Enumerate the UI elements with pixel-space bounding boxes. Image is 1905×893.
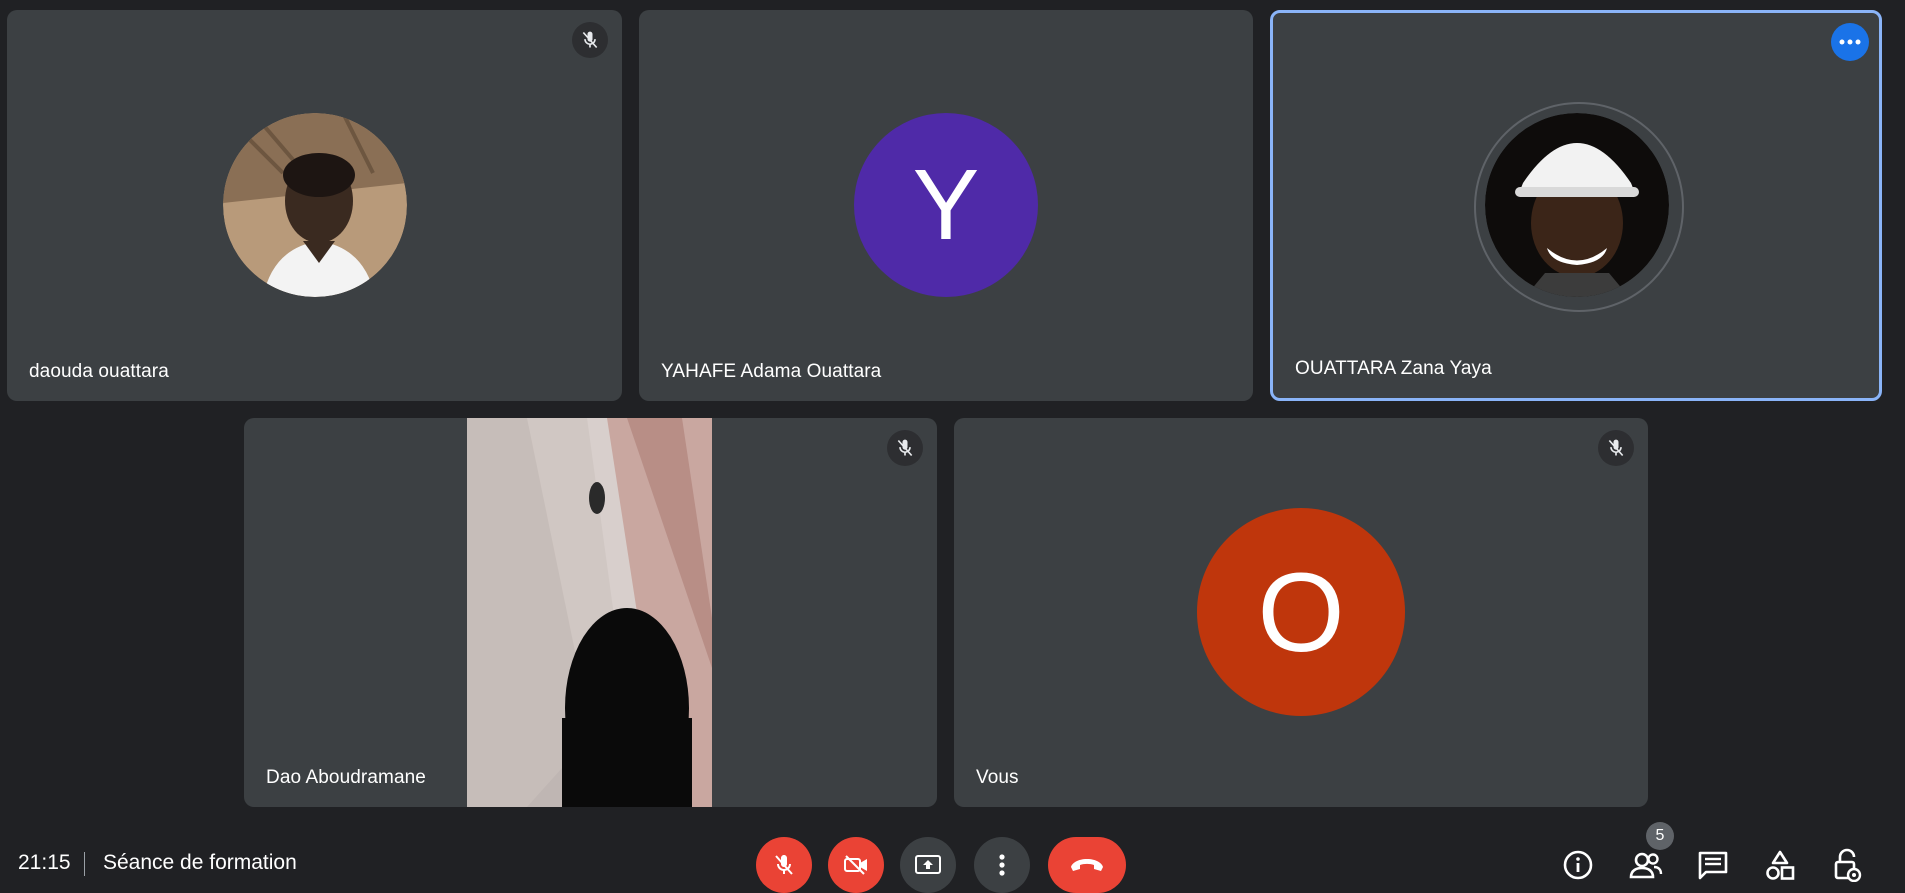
mic-muted-icon [887,430,923,466]
participant-tile-dao[interactable]: Dao Aboudramane [244,418,937,807]
participant-name: Vous [976,767,1019,788]
divider [84,852,85,876]
participant-tile-ouattara-zana[interactable]: OUATTARA Zana Yaya [1270,10,1882,401]
participant-video [467,418,712,807]
more-options-button[interactable] [974,837,1030,893]
activities-icon [1766,850,1795,880]
more-options-icon[interactable] [1831,23,1869,61]
participant-tile-yahafe[interactable]: Y YAHAFE Adama Ouattara [639,10,1253,401]
present-screen-icon [915,855,941,874]
participant-name: Dao Aboudramane [266,767,426,788]
more-vert-icon [999,854,1005,876]
activities-button[interactable] [1760,845,1800,885]
chat-button[interactable] [1693,845,1733,885]
camera-toggle-button[interactable] [828,837,884,893]
end-call-button[interactable] [1048,837,1126,893]
host-controls-button[interactable] [1827,845,1867,885]
mic-off-icon [775,855,793,875]
call-end-icon [1071,859,1103,871]
meeting-control-bar: 21:15 Séance de formation 5 [0,820,1905,893]
participant-tile-self[interactable]: O Vous [954,418,1648,807]
mic-muted-icon [572,22,608,58]
videocam-off-icon [844,855,867,875]
info-icon [1563,850,1593,880]
letter-avatar: O [1197,508,1405,716]
participant-tile-daouda[interactable]: daouda ouattara [7,10,622,401]
present-screen-button[interactable] [900,837,956,893]
letter-avatar: Y [854,113,1038,297]
host-controls-icon [1834,848,1862,882]
people-icon [1629,852,1663,879]
chat-icon [1698,851,1728,880]
participants-button[interactable] [1626,845,1666,885]
mic-muted-icon [1598,430,1634,466]
avatar-letter: O [1257,549,1345,675]
meeting-clock: 21:15 [18,851,71,874]
mic-toggle-button[interactable] [756,837,812,893]
participant-photo-avatar [1485,113,1669,297]
participant-photo-avatar [223,113,407,297]
meeting-details-button[interactable] [1558,845,1598,885]
avatar-letter: Y [912,148,980,261]
participant-name: OUATTARA Zana Yaya [1295,358,1492,379]
participants-count-badge: 5 [1646,822,1674,850]
participant-name: daouda ouattara [29,361,169,382]
participant-name: YAHAFE Adama Ouattara [661,361,882,382]
meeting-title: Séance de formation [103,851,297,874]
